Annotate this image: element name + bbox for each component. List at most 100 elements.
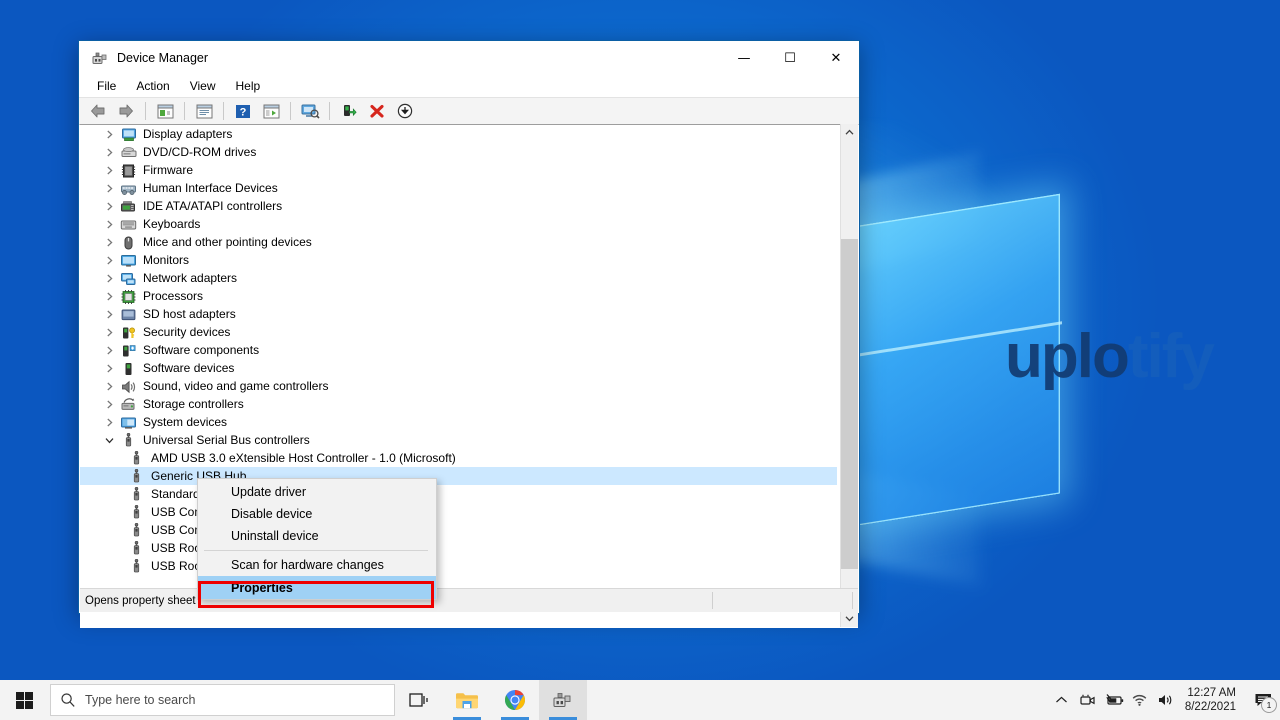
chevron-right-icon[interactable] (102, 397, 117, 412)
tree-item[interactable]: DVD/CD-ROM drives (80, 143, 837, 161)
tree-item-label: Software components (143, 343, 260, 357)
menu-help[interactable]: Help (226, 76, 271, 96)
scroll-up-button[interactable] (841, 124, 858, 141)
toolbar[interactable]: ? (79, 97, 859, 125)
chevron-right-icon[interactable] (102, 235, 117, 250)
chevron-right-icon[interactable] (102, 361, 117, 376)
scroll-down-button[interactable] (841, 610, 858, 627)
chevron-right-icon[interactable] (102, 163, 117, 178)
device-manager-window[interactable]: Device Manager — ☐ ✕ File Action View He… (78, 40, 860, 628)
tree-vertical-scrollbar[interactable] (840, 124, 858, 627)
device-tree[interactable]: Display adapters DVD/CD-ROM drives Firmwar… (80, 125, 837, 628)
volume-button[interactable] (1153, 680, 1179, 720)
context-uninstall-device[interactable]: Uninstall device (198, 525, 436, 547)
chevron-right-icon[interactable] (102, 379, 117, 394)
help-icon: ? (236, 104, 250, 118)
tree-item[interactable]: Universal Serial Bus controllers (80, 431, 837, 449)
disable-device-button[interactable] (392, 99, 418, 123)
tree-item[interactable]: Monitors (80, 251, 837, 269)
tree-item[interactable]: USB Root Hub (80, 539, 837, 557)
battery-button[interactable] (1101, 680, 1127, 720)
chevron-right-icon[interactable] (102, 343, 117, 358)
chevron-right-icon[interactable] (102, 415, 117, 430)
usb-icon (128, 540, 145, 556)
chevron-right-icon[interactable] (102, 181, 117, 196)
tree-item[interactable]: System devices (80, 413, 837, 431)
chevron-right-icon[interactable] (102, 253, 117, 268)
tree-item[interactable]: IDE ATA/ATAPI controllers (80, 197, 837, 215)
minimize-button[interactable]: — (721, 41, 767, 75)
tree-item[interactable]: Security devices (80, 323, 837, 341)
folder-icon (456, 692, 478, 708)
tree-item[interactable]: USB Composite Device (80, 521, 837, 539)
tree-item[interactable]: Standard USB Host Controller (80, 485, 837, 503)
meet-now-button[interactable] (1075, 680, 1101, 720)
device-manager-button[interactable] (539, 680, 587, 720)
action-button[interactable] (258, 99, 284, 123)
system-tray[interactable]: 12:27 AM 8/22/2021 1 (1049, 680, 1280, 720)
chevron-right-icon[interactable] (102, 289, 117, 304)
properties-button[interactable] (191, 99, 217, 123)
tree-item[interactable]: Sound, video and game controllers (80, 377, 837, 395)
back-button[interactable] (85, 99, 111, 123)
chevron-right-icon[interactable] (102, 271, 117, 286)
tree-item[interactable]: Mice and other pointing devices (80, 233, 837, 251)
chevron-right-icon[interactable] (102, 145, 117, 160)
monitor-icon (121, 254, 136, 267)
help-button[interactable]: ? (230, 99, 256, 123)
tree-item-selected[interactable]: Generic USB Hub (80, 467, 837, 485)
tree-item[interactable]: Processors (80, 287, 837, 305)
file-explorer-button[interactable] (443, 680, 491, 720)
maximize-button[interactable]: ☐ (767, 41, 813, 75)
context-scan-hardware[interactable]: Scan for hardware changes (198, 554, 436, 576)
tree-item[interactable]: USB Composite Device (80, 503, 837, 521)
menu-view[interactable]: View (180, 76, 226, 96)
tree-item[interactable]: Firmware (80, 161, 837, 179)
keyboard-icon (120, 220, 137, 229)
menu-action[interactable]: Action (126, 76, 179, 96)
chrome-button[interactable] (491, 680, 539, 720)
chevron-right-icon[interactable] (102, 307, 117, 322)
show-hidden-icons-button[interactable] (1049, 680, 1075, 720)
tree-item[interactable]: USB Root Hub (80, 557, 837, 575)
chevron-right-icon[interactable] (102, 199, 117, 214)
taskbar[interactable]: Type here to search 12:27 AM 8/22/2021 1 (0, 680, 1280, 720)
tree-item[interactable]: AMD USB 3.0 eXtensible Host Controller -… (80, 449, 837, 467)
chevron-right-icon[interactable] (102, 127, 117, 142)
scrollbar-thumb[interactable] (841, 239, 858, 569)
tree-item[interactable]: SD host adapters (80, 305, 837, 323)
tree-item[interactable]: Software components (80, 341, 837, 359)
title-bar[interactable]: Device Manager — ☐ ✕ (79, 41, 859, 75)
menu-bar[interactable]: File Action View Help (79, 75, 859, 97)
context-menu[interactable]: Update driver Disable device Uninstall dev… (197, 478, 437, 600)
processor-icon (121, 289, 136, 304)
notifications-button[interactable]: 1 (1246, 680, 1280, 720)
update-driver-button[interactable] (336, 99, 362, 123)
context-properties[interactable]: Properties (198, 576, 436, 599)
tree-item[interactable]: Keyboards (80, 215, 837, 233)
context-disable-device[interactable]: Disable device (198, 503, 436, 525)
monitor-icon (120, 253, 137, 268)
tree-item[interactable]: Storage controllers (80, 395, 837, 413)
tree-item[interactable]: Human Interface Devices (80, 179, 837, 197)
start-button[interactable] (0, 680, 48, 720)
status-pane-3 (853, 589, 858, 612)
search-box[interactable]: Type here to search (50, 684, 395, 716)
tree-item[interactable]: Software devices (80, 359, 837, 377)
forward-button[interactable] (113, 99, 139, 123)
close-button[interactable]: ✕ (813, 41, 859, 75)
clock[interactable]: 12:27 AM 8/22/2021 (1179, 680, 1246, 720)
uninstall-device-button[interactable] (364, 99, 390, 123)
show-hide-console-tree-button[interactable] (152, 99, 178, 123)
chevron-down-icon[interactable] (102, 433, 117, 448)
tree-item[interactable]: Display adapters (80, 125, 837, 143)
chevron-right-icon[interactable] (102, 325, 117, 340)
chevron-right-icon[interactable] (102, 217, 117, 232)
forward-arrow-icon (119, 104, 133, 118)
context-update-driver[interactable]: Update driver (198, 481, 436, 503)
scan-hardware-changes-button[interactable] (297, 99, 323, 123)
menu-file[interactable]: File (87, 76, 126, 96)
network-button[interactable] (1127, 680, 1153, 720)
tree-item[interactable]: Network adapters (80, 269, 837, 287)
taskview-button[interactable] (395, 680, 443, 720)
